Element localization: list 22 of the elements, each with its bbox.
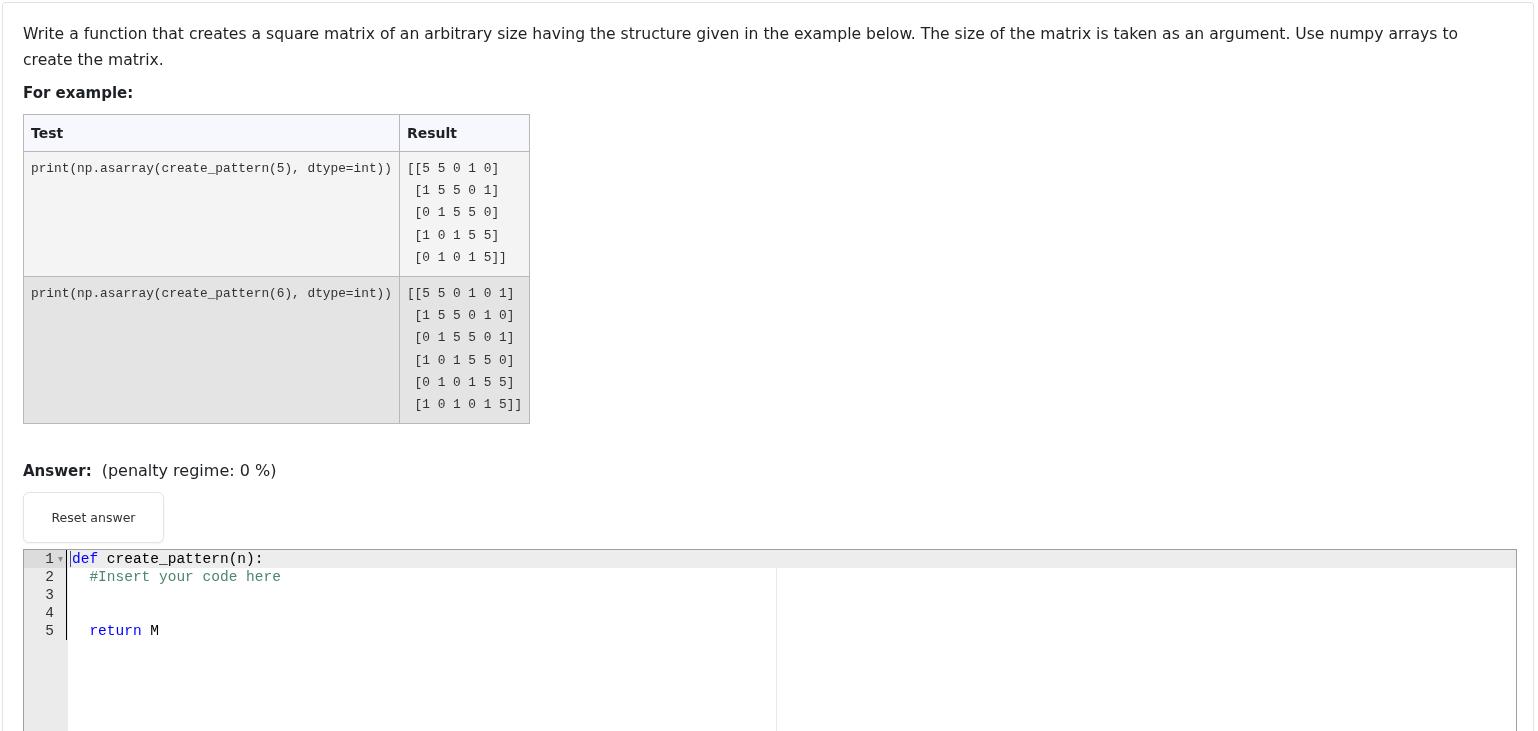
column-header: Test xyxy=(23,114,400,152)
line-number: 2 xyxy=(44,568,54,587)
code-line: return M xyxy=(88,622,160,641)
penalty-info: (penalty regime: 0 %) xyxy=(101,460,277,483)
line-number: 1 xyxy=(44,550,54,569)
code-editor[interactable]: 1 2 3 4 5 def create_pattern(n): #Insert your code here return M xyxy=(23,549,1517,731)
result-cell: [[5 5 0 1 0] [1 5 5 0 1] [0 1 5 5 0] [1 0 1 5 5] [0 1 0 1 5]] xyxy=(399,151,530,277)
question-text: Write a function that creates a square matrix of an arbitrary size having the structure given in the example below. The size of the matrix is taken as an argument. Use numpy arrays to create the matrix. xyxy=(23,24,1460,71)
example-heading: For example: xyxy=(23,83,134,104)
line-number: 5 xyxy=(44,622,54,641)
test-cell: print(np.asarray(create_pattern(5), dtype=int)) xyxy=(23,151,400,277)
reset-answer-button[interactable]: Reset answer xyxy=(23,492,164,544)
column-header: Result xyxy=(399,114,530,152)
fold-caret-icon[interactable] xyxy=(57,556,63,562)
line-number: 4 xyxy=(44,604,54,623)
answer-label: Answer: xyxy=(23,461,92,483)
code-line: #Insert your code here xyxy=(88,568,281,587)
code-line: def create_pattern(n): xyxy=(72,550,264,569)
text-cursor xyxy=(70,551,71,568)
result-cell: [[5 5 0 1 0 1] [1 5 5 0 1 0] [0 1 5 5 0 1] [1 0 1 5 5 0] [0 1 0 1 5 5] [1 0 1 0 1 5]] xyxy=(399,276,530,424)
test-cell: print(np.asarray(create_pattern(6), dtype=int)) xyxy=(23,276,400,424)
line-number: 3 xyxy=(44,586,54,605)
